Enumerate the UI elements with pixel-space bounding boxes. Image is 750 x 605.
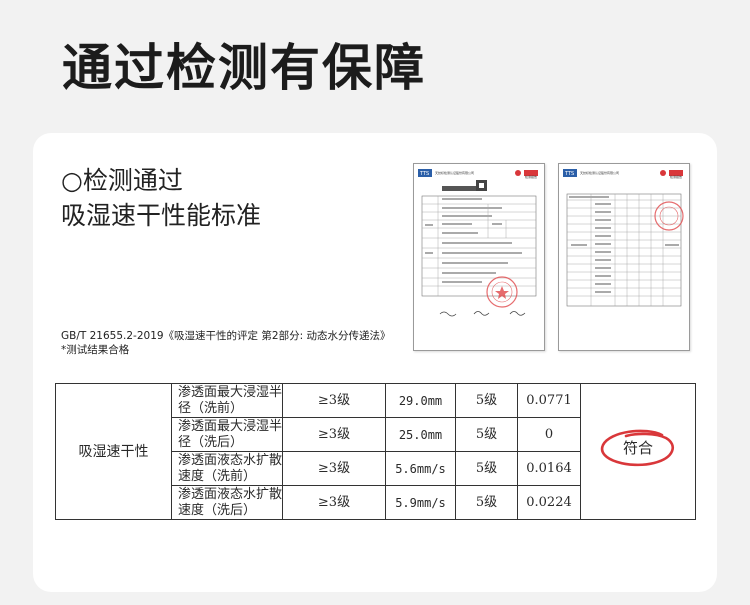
requirement-cell: ≥3级 <box>282 485 386 520</box>
barcode-icon <box>442 186 476 191</box>
requirement-cell: ≥3级 <box>282 451 386 486</box>
report-2-graphic: TTS <box>563 169 684 307</box>
standard-note: GB/T 21655.2-2019《吸湿速干性的评定 第2部分: 动态水分传递法… <box>61 329 390 357</box>
standard-reference: GB/T 21655.2-2019《吸湿速干性的评定 第2部分: 动态水分传递法… <box>61 330 391 342</box>
report-2-badge: 检测报告 <box>669 175 682 179</box>
value-cell: 29.0mm <box>385 383 456 418</box>
grade-cell: 5级 <box>455 417 518 452</box>
param-cell: 渗透面液态水扩散速度（洗前） <box>171 451 283 486</box>
page-title: 通过检测有保障 <box>62 39 426 97</box>
value-cell: 5.9mm/s <box>385 485 456 520</box>
extra-value-cell: 0.0164 <box>517 451 581 486</box>
heading-line-2: 吸湿速干性能标准 <box>61 201 262 230</box>
report-1-issuer: 天纺标检测认证股份有限公司 <box>435 171 475 175</box>
test-results-table: 吸湿速干性 渗透面最大浸湿半径（洗前） ≥3级 29.0mm 5级 0.0771… <box>55 383 696 520</box>
param-cell: 渗透面液态水扩散速度（洗后） <box>171 485 283 520</box>
accreditation-icon <box>660 170 666 176</box>
card-heading: ○检测通过 吸湿速干性能标准 <box>61 163 261 233</box>
result-mark: 符合 <box>596 427 680 471</box>
value-cell: 5.6mm/s <box>385 451 456 486</box>
extra-value-cell: 0.0771 <box>517 383 581 418</box>
signature-icon <box>439 311 457 317</box>
report-1-graphic: TTS <box>418 169 538 317</box>
param-cell: 渗透面最大浸湿半径（洗前） <box>171 383 283 418</box>
result-cell: 符合 <box>580 383 696 520</box>
value-cell: 25.0mm <box>385 417 456 452</box>
pass-note: *测试结果合格 <box>61 344 130 356</box>
certification-card: ○检测通过 吸湿速干性能标准 GB/T 21655.2-2019《吸湿速干性的评… <box>33 133 717 592</box>
grade-cell: 5级 <box>455 485 518 520</box>
requirement-cell: ≥3级 <box>282 417 386 452</box>
test-item-cell: 吸湿速干性 <box>55 383 172 520</box>
report-2-table-icon <box>566 193 682 307</box>
extra-value-cell: 0 <box>517 417 581 452</box>
table-row: 吸湿速干性 渗透面最大浸湿半径（洗前） ≥3级 29.0mm 5级 0.0771… <box>55 383 696 520</box>
extra-value-cell: 0.0224 <box>517 485 581 520</box>
result-text: 符合 <box>622 439 653 457</box>
report-2-issuer: 天纺标检测认证股份有限公司 <box>580 171 620 175</box>
svg-text:TTS: TTS <box>564 171 574 177</box>
test-report-thumbnail-2: TTS 天纺标检测认证股份有限公司 检测报告 <box>558 163 690 351</box>
heading-line-1: ○检测通过 <box>61 166 183 195</box>
test-report-thumbnail-1: TTS 天纺标检测认证股份有限公司 检测报告 <box>413 163 545 351</box>
accreditation-icon <box>515 170 521 176</box>
param-cell: 渗透面最大浸湿半径（洗后） <box>171 417 283 452</box>
report-1-badge: 检测报告 <box>524 175 537 179</box>
grade-cell: 5级 <box>455 451 518 486</box>
requirement-cell: ≥3级 <box>282 383 386 418</box>
grade-cell: 5级 <box>455 383 518 418</box>
svg-text:TTS: TTS <box>419 171 429 177</box>
